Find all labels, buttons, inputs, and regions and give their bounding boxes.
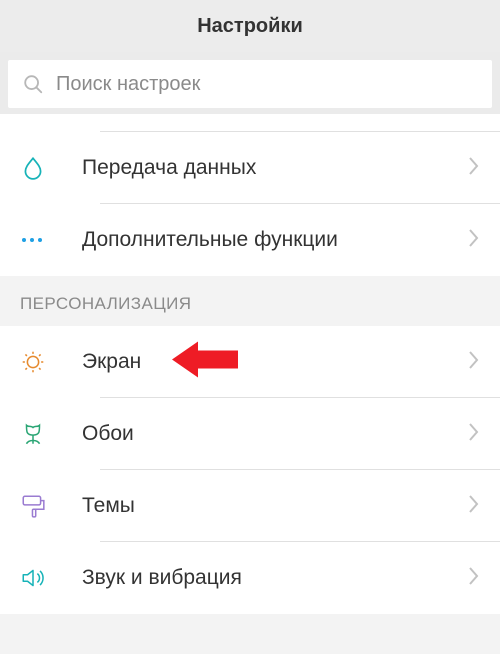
row-label: Передача данных: [82, 156, 256, 180]
chevron-right-icon: [468, 228, 480, 248]
droplet-icon: [20, 155, 46, 181]
row-themes[interactable]: Темы: [0, 470, 500, 542]
tulip-icon: [20, 421, 46, 447]
paint-roller-icon: [20, 493, 46, 519]
row-label: Звук и вибрация: [82, 566, 242, 590]
section-header-label: ПЕРСОНАЛИЗАЦИЯ: [20, 294, 191, 313]
sun-icon: [20, 349, 46, 375]
dots-icon: [20, 236, 46, 244]
row-screen[interactable]: Экран: [0, 326, 500, 398]
row-additional-functions[interactable]: Дополнительные функции: [0, 204, 500, 276]
chevron-right-icon: [468, 422, 480, 442]
section-top: Передача данных Дополнительные функции: [0, 132, 500, 276]
row-sound[interactable]: Звук и вибрация: [0, 542, 500, 614]
row-data-transfer[interactable]: Передача данных: [0, 132, 500, 204]
chevron-right-icon: [468, 156, 480, 176]
search-container: [0, 52, 500, 114]
section-personalization: Экран Обои: [0, 326, 500, 614]
search-input[interactable]: [56, 73, 478, 96]
partial-row-top: [0, 114, 500, 132]
chevron-right-icon: [468, 350, 480, 370]
chevron-right-icon: [468, 566, 480, 586]
row-label: Дополнительные функции: [82, 228, 338, 252]
search-icon: [22, 73, 44, 95]
page-title: Настройки: [197, 15, 303, 38]
highlight-arrow-icon: [172, 336, 242, 389]
section-header-personalization: ПЕРСОНАЛИЗАЦИЯ: [0, 276, 500, 326]
volume-icon: [20, 565, 46, 591]
row-label: Обои: [82, 422, 134, 446]
row-label: Экран: [82, 350, 141, 374]
search-field[interactable]: [8, 60, 492, 108]
chevron-right-icon: [468, 494, 480, 514]
row-wallpaper[interactable]: Обои: [0, 398, 500, 470]
header: Настройки: [0, 0, 500, 52]
row-label: Темы: [82, 494, 135, 518]
